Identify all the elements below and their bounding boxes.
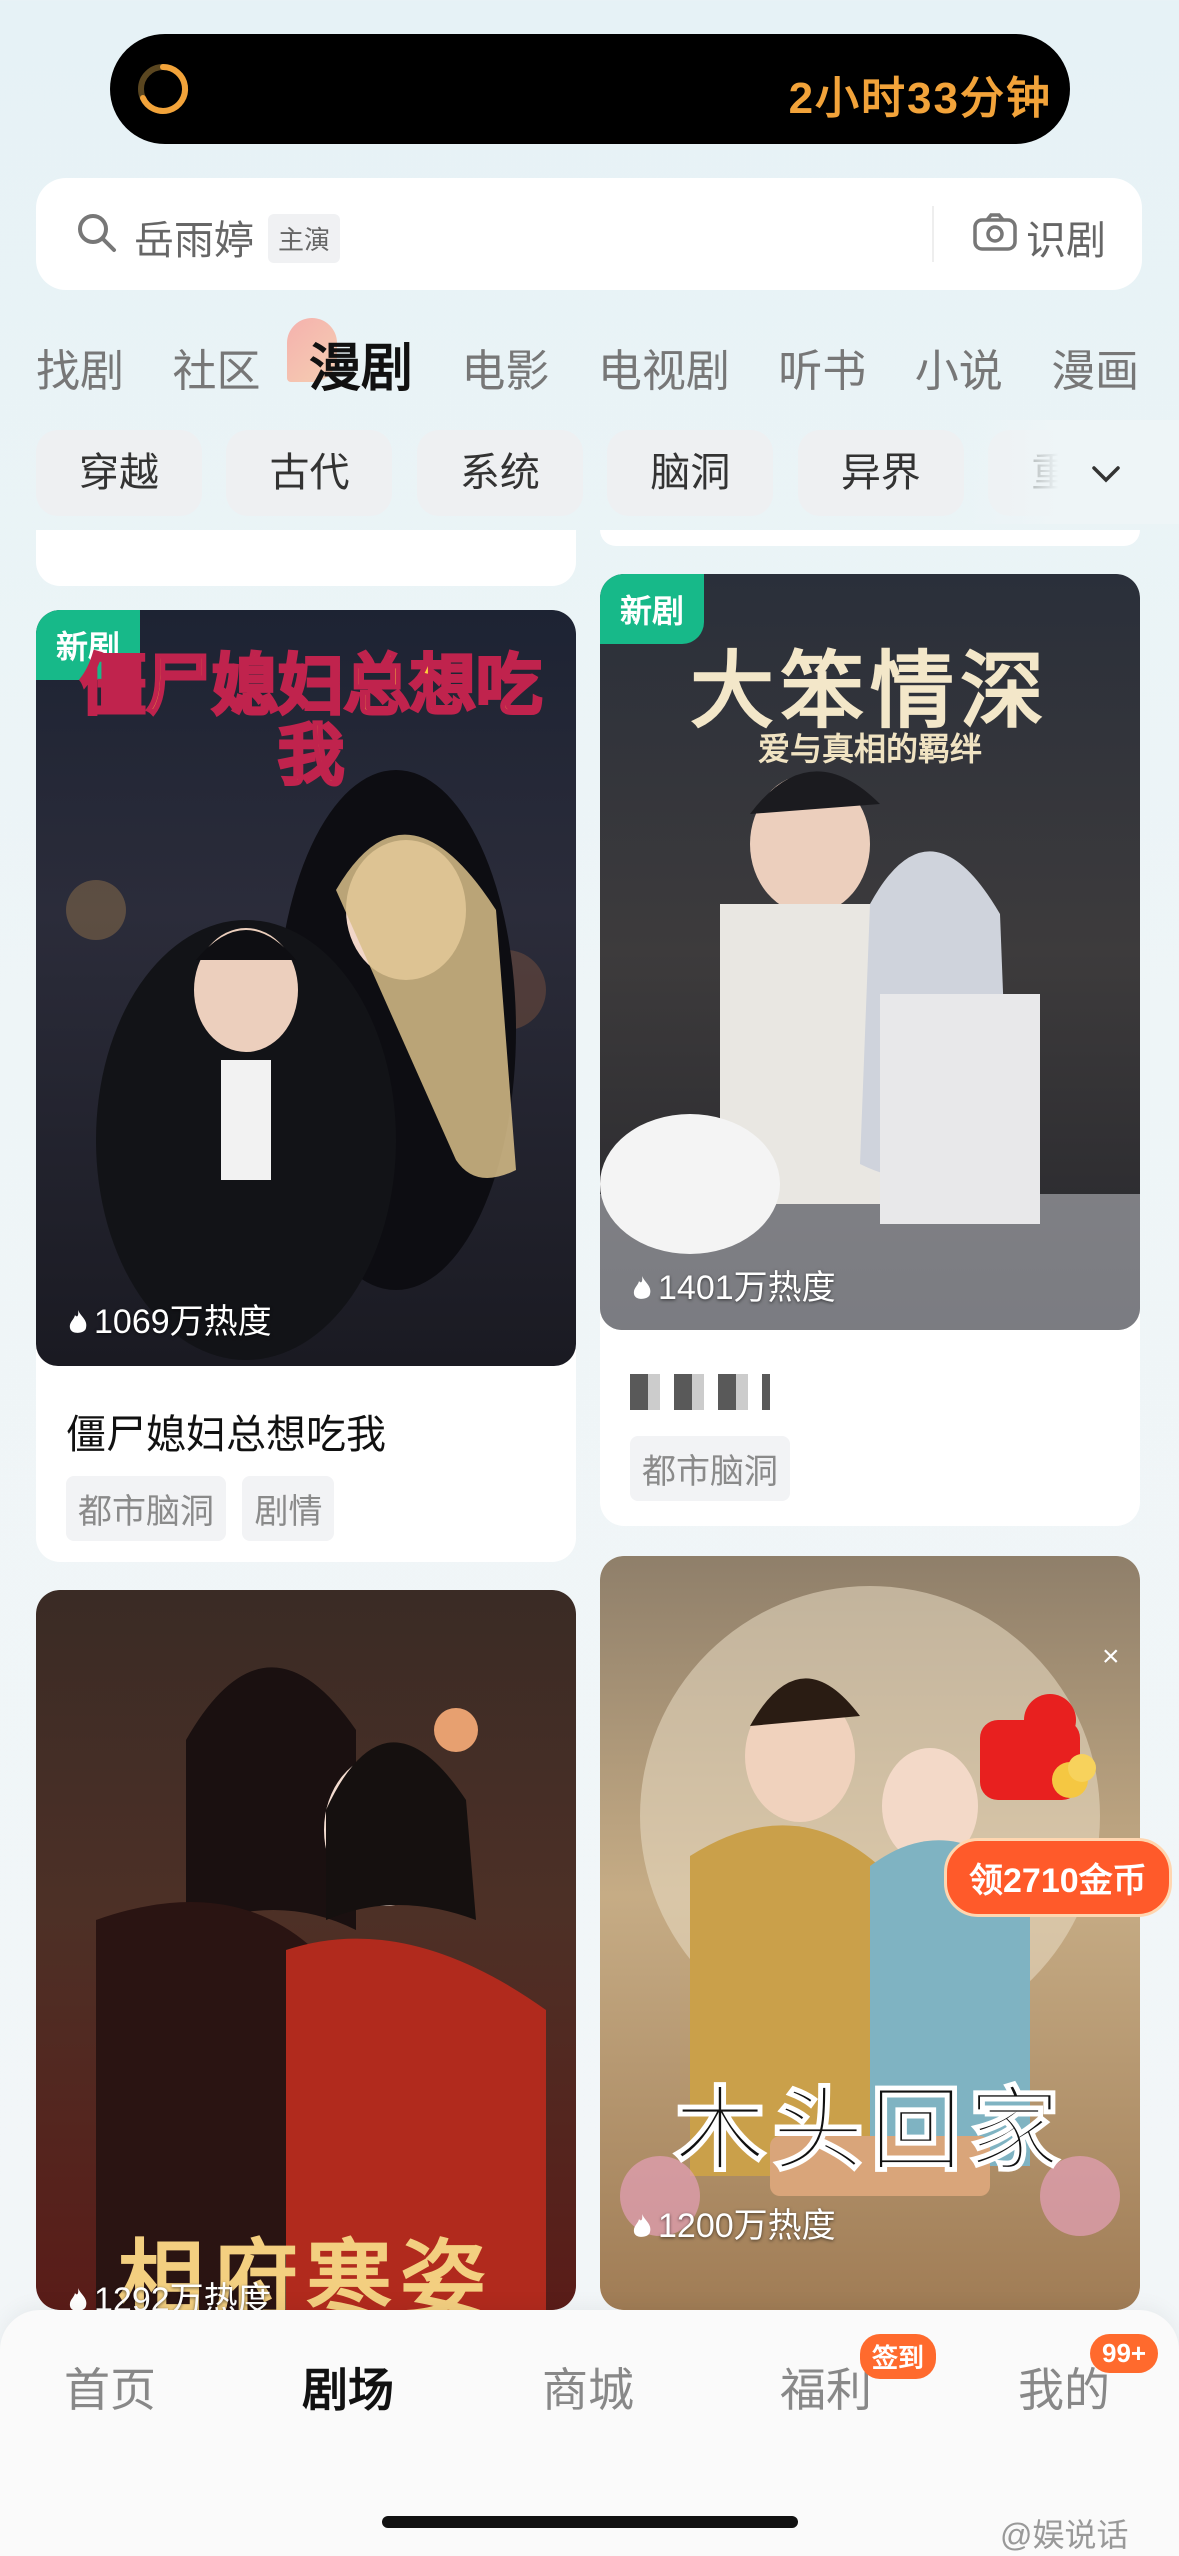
drama-cover: 新剧 僵尸媳妇总想吃我 1069万热度 [36,610,576,1366]
nav-theater[interactable]: 剧场 [302,2354,394,2420]
tag-row: 都市脑洞 [630,1436,802,1501]
heat-count: 1401万热度 [630,1260,836,1309]
flame-icon [633,2214,651,2237]
cover-title: 木头回家 [673,2079,1066,2183]
category-tabs: 找剧 社区 漫剧 电影 电视剧 听书 小说 漫画 [36,318,1179,399]
tab-comic[interactable]: 漫画 [1051,335,1139,399]
recognize-button[interactable]: 识剧 [1026,208,1106,266]
drama-cover: 木头回家 1200万热度 [600,1556,1140,2310]
chip-system[interactable]: 系统 [416,430,583,516]
drama-card[interactable]: 新剧 僵尸媳妇总想吃我 1069万热度 僵尸媳妇总想吃我 都市脑洞 剧情 [36,610,576,1562]
drama-card[interactable]: 新剧 大笨情深 爱与真相的羁绊 1401万热度 都市脑洞 [600,574,1140,1526]
genre-tag: 都市脑洞 [630,1436,790,1501]
heat-value: 1200万热度 [658,2207,836,2245]
chevron-down-icon[interactable] [1086,456,1126,492]
search-icon [78,214,116,252]
flame-icon [633,1276,651,1299]
card-remnant-right [600,530,1140,546]
close-icon[interactable]: × [1102,1640,1120,1674]
tab-manju[interactable]: 漫剧 [286,318,413,401]
watermark: @娱说话 [1000,2517,1129,2553]
checkin-badge: 签到 [860,2334,937,2379]
drama-card[interactable]: 相府寒姿 1292万热度 [36,1590,576,2310]
timer-pill: 2小时33分钟 [110,34,1070,144]
nav-home[interactable]: 首页 [64,2354,156,2420]
nav-welfare[interactable]: 福利 [780,2354,872,2420]
cover-art [96,1667,546,2310]
notification-badge: 99+ [1090,2334,1159,2373]
cover-art [620,1586,1120,2236]
chip-ancient[interactable]: 古代 [226,430,393,516]
cover-subtitle: 爱与真相的羁绊 [757,731,982,767]
tab-novel[interactable]: 小说 [915,335,1003,399]
tab-movie[interactable]: 电影 [461,335,549,399]
red-envelope-icon [980,1694,1096,1800]
search-divider [932,206,934,262]
drama-cover: 新剧 大笨情深 爱与真相的羁绊 1401万热度 [600,574,1140,1330]
tab-tv[interactable]: 电视剧 [598,335,730,399]
heat-value: 1292万热度 [94,2281,272,2310]
chips-fade [960,420,1179,524]
drama-cover: 相府寒姿 1292万热度 [36,1590,576,2310]
tab-find[interactable]: 找剧 [36,335,124,399]
drama-card[interactable]: 木头回家 1200万热度 [600,1556,1140,2310]
home-indicator [382,2516,798,2528]
search-bar[interactable]: 岳雨婷 主演 识剧 [36,178,1142,290]
pixelated-title [630,1374,770,1410]
timer-text: 2小时33分钟 [788,74,1052,123]
nav-mall[interactable]: 商城 [542,2354,634,2420]
heat-count: 1069万热度 [66,1294,272,1343]
genre-tag: 都市脑洞 [66,1476,226,1541]
card-remnant-left [36,530,576,586]
heat-count: 1200万热度 [630,2198,836,2247]
heat-count: 1292万热度 [66,2272,272,2310]
flame-icon [69,2288,87,2310]
camera-icon[interactable] [972,212,1018,252]
chip-otherworld[interactable]: 异界 [797,430,964,516]
tag-row: 都市脑洞 剧情 [66,1476,346,1541]
drama-title: 僵尸媳妇总想吃我 [66,1413,386,1457]
search-query: 岳雨婷 [134,219,254,263]
genre-tag: 剧情 [242,1476,335,1541]
coin-reward-button[interactable]: 领2710金币 [944,1838,1172,1917]
chip-brainhole[interactable]: 脑洞 [607,430,774,516]
heat-value: 1069万热度 [94,1303,272,1341]
flame-icon [69,1310,87,1333]
tab-audiobook[interactable]: 听书 [778,335,866,399]
timer-ring-icon [138,63,189,114]
search-role-tag: 主演 [268,214,341,263]
chip-time-travel[interactable]: 穿越 [36,430,202,516]
tab-community[interactable]: 社区 [172,335,260,399]
cover-title: 僵尸媳妇总想吃我 [79,648,544,792]
heat-value: 1401万热度 [658,1269,836,1307]
